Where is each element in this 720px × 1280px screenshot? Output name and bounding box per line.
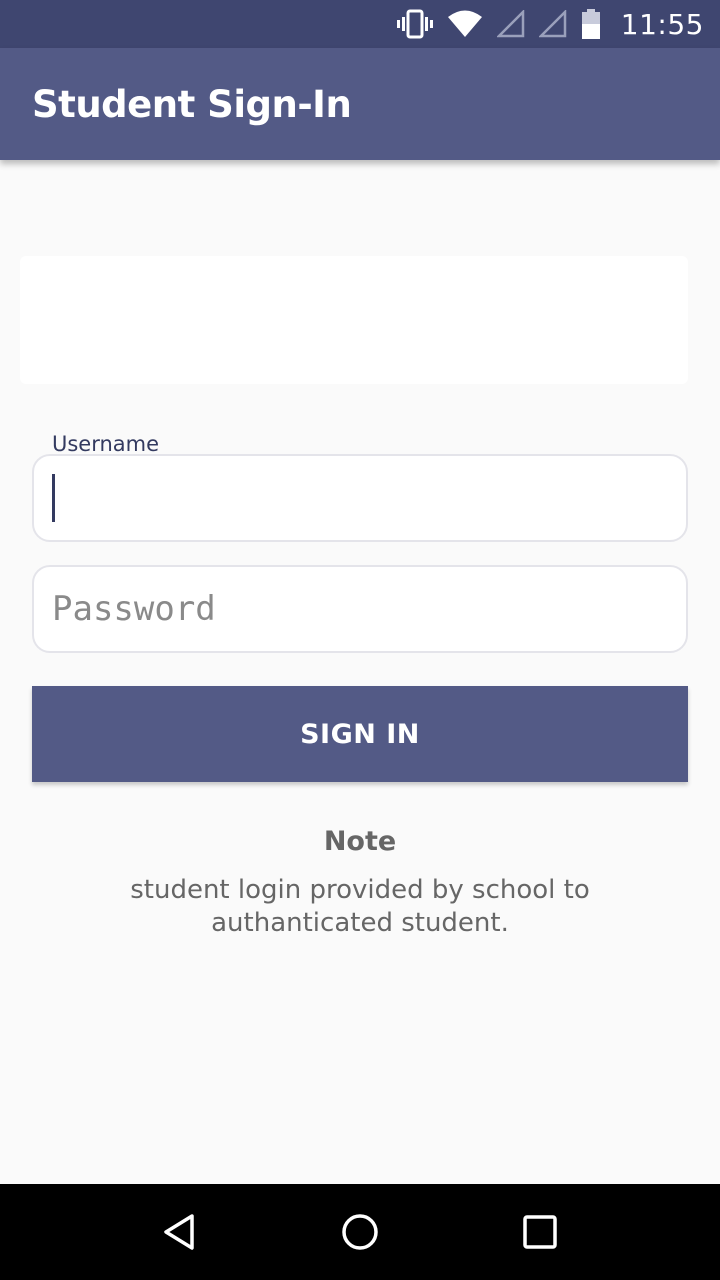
back-icon[interactable]: [150, 1202, 210, 1262]
signal-icon: [538, 0, 567, 48]
text-cursor: [52, 474, 55, 522]
battery-icon: [581, 0, 601, 48]
navigation-bar: [0, 1184, 720, 1280]
banner-area: [20, 256, 688, 384]
home-icon[interactable]: [330, 1202, 390, 1262]
page-title: Student Sign-In: [32, 82, 352, 126]
wifi-icon: [447, 0, 483, 48]
password-input[interactable]: [32, 565, 688, 653]
status-time: 11:55: [620, 7, 704, 41]
username-label: Username: [52, 432, 160, 456]
status-bar: 11:55: [0, 0, 720, 48]
app-bar: Student Sign-In: [0, 48, 720, 160]
recents-icon[interactable]: [510, 1202, 570, 1262]
note-text: student login provided by school to auth…: [130, 875, 590, 938]
username-input[interactable]: [32, 454, 688, 542]
vibrate-icon: [396, 0, 433, 48]
signal-icon: [496, 0, 525, 48]
note-title: Note: [323, 826, 397, 857]
sign-in-button[interactable]: SIGN IN: [32, 686, 688, 782]
